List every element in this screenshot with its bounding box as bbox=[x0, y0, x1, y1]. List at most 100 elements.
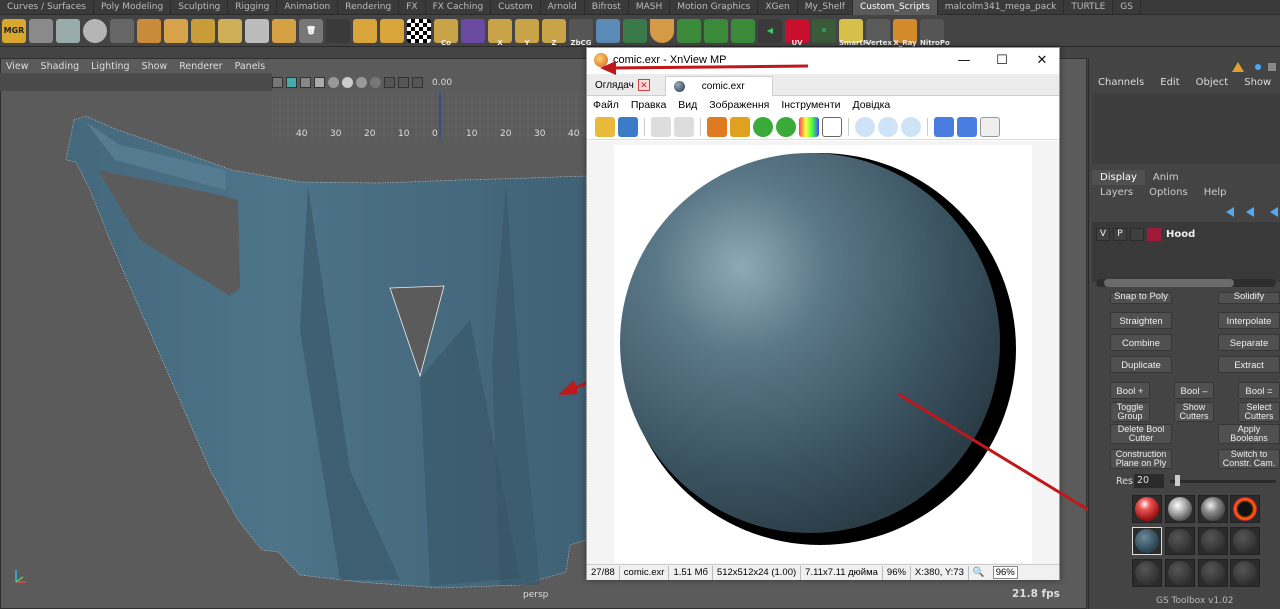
solidify-button[interactable]: Solidify bbox=[1218, 292, 1280, 304]
prev-image-icon[interactable] bbox=[934, 116, 954, 137]
histogram-icon[interactable] bbox=[822, 116, 842, 137]
image-canvas-area[interactable] bbox=[587, 141, 1059, 565]
combine-button[interactable]: Combine bbox=[1110, 334, 1172, 351]
trash-icon[interactable]: 🗑 bbox=[299, 18, 323, 43]
co-icon[interactable]: Co bbox=[434, 18, 458, 47]
channel-box-menu-2[interactable]: Object bbox=[1188, 76, 1237, 90]
shelf-tab-15[interactable]: Custom_Scripts bbox=[852, 0, 938, 15]
duplicate-button[interactable]: Duplicate bbox=[1110, 356, 1172, 373]
layer-name[interactable]: Hood bbox=[1166, 229, 1195, 240]
exposure-readout[interactable]: 0.00 bbox=[432, 78, 452, 88]
toggle-group-button[interactable]: Toggle Group bbox=[1110, 402, 1150, 422]
viewer-menu-1[interactable]: Правка bbox=[625, 96, 672, 114]
switch-constr-cam-button[interactable]: Switch to Constr. Cam. bbox=[1218, 449, 1280, 469]
apply-booleans-button[interactable]: Apply Booleans bbox=[1218, 424, 1280, 444]
viewer-menu-3[interactable]: Зображення bbox=[703, 96, 775, 114]
cube-icon[interactable] bbox=[29, 18, 53, 43]
layer-tab-1[interactable]: Anim bbox=[1145, 170, 1187, 185]
aa-icon[interactable] bbox=[356, 77, 367, 88]
shelf-tab-2[interactable]: Sculpting bbox=[171, 0, 229, 15]
select-cutters-button[interactable]: Select Cutters bbox=[1238, 402, 1280, 422]
fullscreen-icon[interactable] bbox=[980, 116, 1000, 137]
checker-icon[interactable] bbox=[407, 18, 431, 43]
back-arrow-icon[interactable]: ◀ bbox=[758, 18, 782, 43]
material-swatch-grey[interactable] bbox=[1198, 495, 1228, 523]
shelf-tab-14[interactable]: My_Shelf bbox=[798, 0, 853, 15]
shelf-tab-1[interactable]: Poly Modeling bbox=[94, 0, 172, 15]
xray-toggle-icon[interactable] bbox=[398, 77, 409, 88]
rotate-left-icon[interactable] bbox=[753, 116, 773, 137]
viewport-menu-4[interactable]: Renderer bbox=[173, 59, 228, 74]
construction-plane-button[interactable]: Construction Plane on Ply bbox=[1110, 449, 1172, 469]
channel-box-menu-1[interactable]: Edit bbox=[1152, 76, 1187, 90]
arrow-left-icon[interactable] bbox=[353, 18, 377, 43]
material-swatch-empty-6[interactable] bbox=[1198, 559, 1228, 587]
green-z-icon[interactable] bbox=[731, 18, 755, 43]
channel-box-menu-3[interactable]: Show bbox=[1236, 76, 1279, 90]
viewer-menu-0[interactable]: Файл bbox=[587, 96, 625, 114]
shelf-tab-10[interactable]: Bifrost bbox=[585, 0, 629, 15]
bowl-icon[interactable] bbox=[650, 18, 674, 43]
arrow-right-icon[interactable] bbox=[380, 18, 404, 43]
layer-color-swatch[interactable] bbox=[1147, 227, 1161, 241]
bevel-icon[interactable] bbox=[164, 18, 188, 43]
adjust-colors-icon[interactable] bbox=[799, 116, 819, 137]
zoom-out-icon[interactable] bbox=[901, 116, 921, 137]
torus-icon[interactable] bbox=[83, 18, 107, 43]
layer-tab-0[interactable]: Display bbox=[1092, 170, 1145, 185]
close-icon[interactable]: ✕ bbox=[1027, 51, 1057, 71]
bridge-icon[interactable] bbox=[272, 18, 296, 43]
show-cutters-button[interactable]: Show Cutters bbox=[1174, 402, 1214, 422]
shelf-tab-12[interactable]: Motion Graphics bbox=[670, 0, 759, 15]
split-icon[interactable] bbox=[245, 18, 269, 43]
material-swatch-fresnel[interactable] bbox=[1230, 495, 1260, 523]
xray-icon[interactable]: X_Ray bbox=[893, 18, 917, 47]
res-slider-handle[interactable] bbox=[1175, 475, 1180, 486]
cut-icon[interactable] bbox=[218, 18, 242, 43]
material-swatch-empty-2[interactable] bbox=[1198, 527, 1228, 555]
shelf-tab-5[interactable]: Rendering bbox=[338, 0, 400, 15]
zoom-fit-icon[interactable] bbox=[878, 116, 898, 137]
viewer-titlebar[interactable]: comic.exr - XnView MP — ☐ ✕ bbox=[587, 48, 1059, 74]
viewport-menu-0[interactable]: View bbox=[0, 59, 35, 74]
layer-menu-0[interactable]: Layers bbox=[1092, 186, 1141, 200]
viewport-menu-5[interactable]: Panels bbox=[229, 59, 272, 74]
extrude-icon[interactable] bbox=[137, 18, 161, 43]
textured-icon[interactable] bbox=[300, 77, 311, 88]
tab-browser-close-icon[interactable]: ✕ bbox=[637, 79, 650, 92]
material-swatch-red[interactable] bbox=[1132, 495, 1162, 523]
viewport-menu-3[interactable]: Show bbox=[136, 59, 174, 74]
resize-icon[interactable] bbox=[730, 116, 750, 137]
z-axis-icon[interactable]: Z bbox=[542, 18, 566, 47]
viewport-menu-1[interactable]: Shading bbox=[35, 59, 86, 74]
shelf-tab-18[interactable]: GS bbox=[1113, 0, 1141, 15]
lattice-icon[interactable] bbox=[461, 18, 485, 43]
delete-bool-cutter-button[interactable]: Delete Bool Cutter bbox=[1110, 424, 1172, 444]
material-swatch-empty-7[interactable] bbox=[1230, 559, 1260, 587]
smartm-icon[interactable]: SmartM bbox=[839, 18, 870, 47]
image-canvas[interactable] bbox=[614, 145, 1032, 563]
layer-scrollbar[interactable] bbox=[1096, 279, 1276, 287]
material-swatch-empty-1[interactable] bbox=[1165, 527, 1195, 555]
ao-icon[interactable] bbox=[342, 77, 353, 88]
bool-intersect-button[interactable]: Bool = bbox=[1238, 382, 1280, 399]
shelf-tab-16[interactable]: malcolm341_mega_pack bbox=[938, 0, 1065, 15]
shelf-tab-11[interactable]: MASH bbox=[629, 0, 671, 15]
maximize-icon[interactable]: ☐ bbox=[987, 51, 1017, 71]
channel-box-area[interactable] bbox=[1092, 94, 1280, 164]
layer-playback-toggle[interactable]: P bbox=[1113, 227, 1127, 241]
material-swatch-comic[interactable] bbox=[1132, 527, 1162, 555]
zoom-in-icon[interactable] bbox=[855, 116, 875, 137]
layer-scrollbar-thumb[interactable] bbox=[1104, 279, 1234, 287]
shelf-tab-3[interactable]: Rigging bbox=[228, 0, 278, 15]
smooth-shade-icon[interactable] bbox=[286, 77, 297, 88]
undo-icon[interactable] bbox=[651, 116, 671, 137]
shelf-tab-13[interactable]: XGen bbox=[758, 0, 798, 15]
res-input[interactable]: 20 bbox=[1134, 474, 1164, 488]
shelf-tab-4[interactable]: Animation bbox=[277, 0, 339, 15]
nitropo-icon[interactable]: NitroPo bbox=[920, 18, 950, 47]
lights-icon[interactable] bbox=[314, 77, 325, 88]
cylinder-icon[interactable] bbox=[56, 18, 80, 43]
crop-icon[interactable] bbox=[707, 116, 727, 137]
scatter-icon[interactable]: ✕ bbox=[812, 18, 836, 43]
